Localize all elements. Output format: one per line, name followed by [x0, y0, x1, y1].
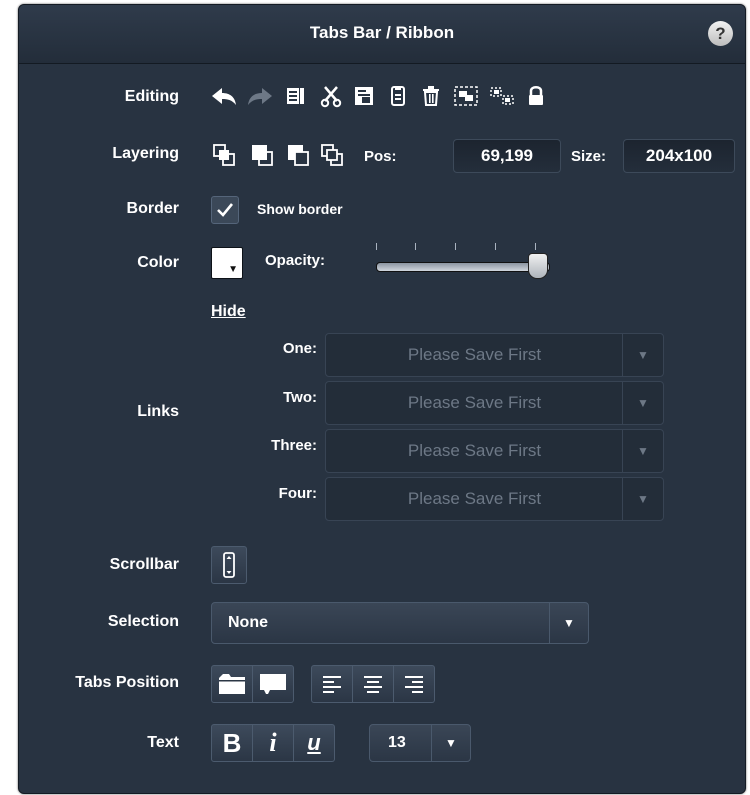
paste-style-icon[interactable] [383, 84, 413, 114]
pos-label: Pos: [364, 148, 397, 165]
inspector-panel: Tabs Bar / Ribbon ? Editing Layering Pos… [18, 4, 746, 794]
link-two-select: Please Save First ▼ [325, 381, 664, 425]
align-right-icon [405, 676, 423, 693]
links-hide-link[interactable]: Hide [211, 303, 246, 321]
show-border-label: Show border [257, 201, 343, 217]
link-one-label: One: [282, 340, 317, 357]
layering-label: Layering [112, 145, 179, 162]
link-three-label: Three: [271, 437, 317, 454]
redo-icon[interactable] [245, 84, 275, 114]
chevron-down-icon: ▼ [431, 725, 470, 761]
cut-icon[interactable] [316, 84, 346, 114]
opacity-track [376, 262, 550, 272]
opacity-knob[interactable] [528, 253, 548, 279]
send-backward-icon[interactable] [283, 142, 313, 174]
tabs-position-group [211, 665, 294, 703]
align-center-button[interactable] [353, 665, 394, 703]
bring-to-front-icon[interactable] [209, 142, 239, 174]
chevron-down-icon: ▼ [622, 334, 663, 376]
scrollbar-label: Scrollbar [109, 556, 179, 573]
tabs-top-button[interactable] [211, 665, 253, 703]
color-label: Color [137, 254, 179, 271]
help-button[interactable]: ? [708, 21, 733, 46]
link-four-select: Please Save First ▼ [325, 477, 664, 521]
delete-icon[interactable] [416, 84, 446, 114]
panel-title: Tabs Bar / Ribbon [309, 23, 455, 42]
align-left-button[interactable] [311, 665, 353, 703]
text-style-group: B i u [211, 724, 335, 762]
underline-button[interactable]: u [294, 724, 335, 762]
selection-label: Selection [107, 613, 179, 630]
bring-forward-icon[interactable] [247, 142, 277, 174]
copy-icon[interactable] [281, 84, 311, 114]
size-label: Size: [571, 148, 607, 165]
align-left-icon [323, 676, 341, 693]
ungroup-icon[interactable] [487, 84, 517, 114]
link-four-label: Four: [278, 485, 317, 502]
chevron-down-icon: ▼ [622, 382, 663, 424]
italic-button[interactable]: i [253, 724, 294, 762]
links-label: Links [137, 403, 179, 420]
editing-label: Editing [124, 88, 179, 105]
border-label: Border [126, 200, 179, 217]
chevron-down-icon: ▼ [549, 603, 588, 643]
link-three-select: Please Save First ▼ [325, 429, 664, 473]
scrollbar-icon [223, 552, 235, 578]
tabs-align-group [311, 665, 435, 703]
group-icon[interactable] [451, 84, 481, 114]
chevron-down-icon: ▼ [622, 430, 663, 472]
size-field[interactable]: 204x100 [623, 139, 735, 173]
paste-icon[interactable] [349, 84, 379, 114]
title-bar: Tabs Bar / Ribbon ? [19, 5, 745, 64]
text-label: Text [147, 734, 179, 751]
tabs-bottom-button[interactable] [253, 665, 294, 703]
opacity-label: Opacity: [265, 252, 326, 269]
font-size-select[interactable]: 13 ▼ [369, 724, 471, 762]
bold-button[interactable]: B [211, 724, 253, 762]
tabs-top-icon [219, 674, 245, 694]
align-right-button[interactable] [394, 665, 435, 703]
link-one-select: Please Save First ▼ [325, 333, 664, 377]
scrollbar-button[interactable] [211, 546, 247, 584]
link-two-label: Two: [283, 389, 317, 406]
align-center-icon [364, 676, 382, 693]
selection-select[interactable]: None ▼ [211, 602, 589, 644]
tabs-position-label: Tabs Position [75, 674, 179, 691]
chevron-down-icon: ▼ [622, 478, 663, 520]
pos-field[interactable]: 69,199 [453, 139, 561, 173]
show-border-checkbox[interactable] [211, 196, 239, 224]
chevron-down-icon: ▼ [228, 264, 238, 275]
lock-icon[interactable] [521, 84, 551, 114]
send-to-back-icon[interactable] [317, 142, 347, 174]
tabs-bottom-icon [260, 674, 286, 694]
color-swatch[interactable]: ▼ [211, 247, 243, 279]
undo-icon[interactable] [209, 84, 239, 114]
